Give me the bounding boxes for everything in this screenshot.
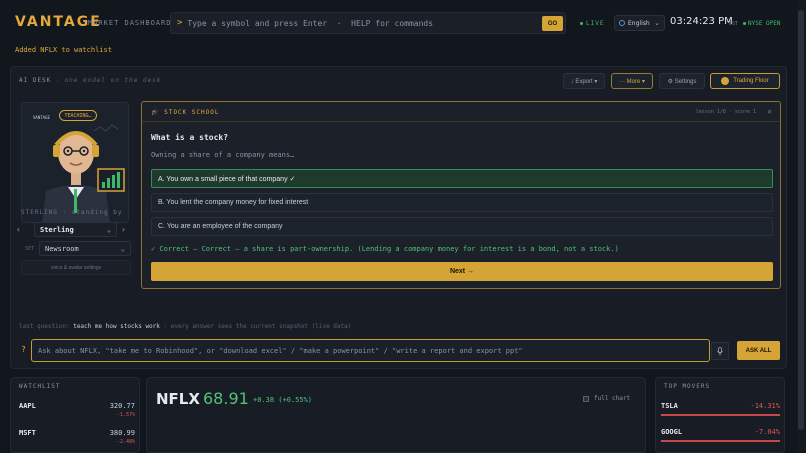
- scrollbar-thumb[interactable]: [798, 10, 804, 430]
- avatar-logo: VANTAGE: [33, 115, 50, 120]
- prev-avatar-button[interactable]: ‹: [16, 222, 26, 237]
- voice-avatar-settings-button[interactable]: voice & avatar settings: [21, 260, 131, 275]
- ask-row: ? ASK ALL: [19, 339, 780, 362]
- mover-bar: [661, 414, 780, 416]
- mover-symbol: GOOGL: [661, 428, 683, 436]
- question-prompt: Owning a share of a company means…: [151, 151, 295, 159]
- clock: 03:24:23 PM: [670, 16, 733, 27]
- last-question-text: teach me how stocks work: [73, 323, 160, 330]
- last-question: last question: teach me how stocks work …: [19, 323, 352, 330]
- last-question-note: · every answer sees the current snapshot…: [163, 323, 352, 330]
- microphone-icon: [717, 346, 723, 355]
- watchlist-symbol: AAPL: [19, 402, 36, 410]
- question-text: What is a stock?: [151, 133, 229, 142]
- avatar-status: STERLING · standing by: [21, 209, 123, 216]
- stock-school-title: 🎓 STOCK SCHOOL: [151, 109, 220, 116]
- command-bar: > GO: [170, 12, 566, 34]
- ask-all-button[interactable]: ASK ALL: [737, 341, 780, 360]
- avatar-select[interactable]: Sterling ⌄: [34, 222, 117, 237]
- globe-icon: [619, 20, 625, 26]
- export-button[interactable]: ↓ Export ▾: [563, 73, 605, 89]
- school-icon: 🎓: [151, 109, 165, 116]
- question-icon: ?: [21, 345, 26, 354]
- go-button[interactable]: GO: [542, 16, 563, 31]
- prompt-icon: >: [177, 18, 183, 28]
- live-indicator: LIVE: [580, 20, 604, 27]
- quote-symbol: NFLX: [156, 390, 200, 408]
- avatar-icon: [721, 77, 730, 85]
- next-button[interactable]: Next →: [151, 262, 773, 281]
- watchlist-symbol: MSFT: [19, 429, 36, 437]
- desk-title: AI DESK · one model on the desk: [19, 77, 162, 84]
- quote-panel: NFLX 68.91 +0.38 (+0.55%) full chart: [146, 377, 646, 453]
- quote-price: 68.91: [203, 389, 249, 408]
- answer-feedback: ✓ Correct — Correct — a share is part-ow…: [151, 245, 619, 253]
- microphone-button[interactable]: [711, 342, 729, 360]
- language-select[interactable]: English ⌄: [614, 15, 665, 31]
- close-icon[interactable]: ✕: [767, 107, 772, 116]
- set-label: SET: [25, 246, 35, 252]
- stock-school-header: [142, 102, 780, 122]
- answer-option-b[interactable]: B. You lent the company money for fixed …: [151, 193, 773, 212]
- timezone-label: EST: [729, 21, 739, 27]
- watchlist-price: 320.77: [109, 402, 135, 410]
- next-avatar-button[interactable]: ›: [121, 222, 131, 237]
- avatar-portrait: VANTAGE TEACHING…: [21, 102, 129, 223]
- status-dot-icon: [743, 22, 746, 25]
- top-bar: VANTAGE MARKET DASHBOARD > GO LIVE Engli…: [0, 0, 795, 44]
- top-movers-panel: TOP MOVERS TSLA -14.31% GOOGL -7.04%: [655, 377, 785, 453]
- top-movers-title: TOP MOVERS: [664, 383, 711, 390]
- command-input[interactable]: [187, 18, 538, 28]
- ask-input[interactable]: [31, 339, 710, 362]
- page-scrollbar[interactable]: [797, 0, 806, 453]
- watchlist-row[interactable]: AAPL 320.77 -1.57%: [19, 402, 135, 426]
- mover-change: -14.31%: [750, 402, 780, 410]
- watchlist-change: -1.57%: [116, 412, 135, 418]
- desk-subtitle: · one model on the desk: [55, 77, 162, 84]
- mover-change: -7.04%: [754, 428, 780, 436]
- watchlist-panel: WATCHLIST AAPL 320.77 -1.57% MSFT 380.99…: [10, 377, 140, 453]
- watchlist-change: -2.48%: [116, 439, 135, 445]
- toast-message: Added NFLX to watchlist: [15, 46, 112, 54]
- stock-school-panel: 🎓 STOCK SCHOOL lesson 1/8 · score 1 ✕ Wh…: [141, 101, 781, 289]
- chevron-down-icon: ⌄: [654, 19, 660, 27]
- lesson-progress: lesson 1/8 · score 1: [695, 109, 756, 115]
- answer-option-a[interactable]: A. You own a small piece of that company…: [151, 169, 773, 188]
- watchlist-price: 380.99: [109, 429, 135, 437]
- mover-row[interactable]: GOOGL -7.04%: [661, 428, 780, 448]
- chevron-down-icon: ⌄: [120, 244, 125, 253]
- watchlist-row[interactable]: MSFT 380.99 -2.48%: [19, 429, 135, 453]
- chevron-down-icon: ⌄: [106, 225, 111, 234]
- mover-symbol: TSLA: [661, 402, 678, 410]
- avatar-card: VANTAGE TEACHING…: [21, 102, 129, 312]
- avatar-illustration-icon: [22, 103, 128, 222]
- teaching-badge: TEACHING…: [59, 110, 97, 121]
- checkbox-icon: [583, 395, 589, 402]
- mover-bar: [661, 440, 780, 442]
- answer-option-c[interactable]: C. You are an employee of the company: [151, 217, 773, 236]
- full-chart-toggle[interactable]: full chart: [583, 395, 630, 402]
- mover-row[interactable]: TSLA -14.31%: [661, 402, 780, 422]
- set-select[interactable]: Newsroom ⌄: [39, 241, 131, 256]
- language-label: English: [628, 19, 650, 27]
- settings-button[interactable]: ⚙ Settings: [659, 73, 705, 89]
- brand-subtitle: MARKET DASHBOARD: [88, 19, 172, 27]
- more-button[interactable]: ··· More ▾: [611, 73, 653, 89]
- trading-floor-button[interactable]: Trading Floor: [710, 73, 780, 89]
- watchlist-title: WATCHLIST: [19, 383, 61, 390]
- quote-change: +0.38 (+0.55%): [253, 396, 313, 404]
- live-dot-icon: [580, 22, 583, 25]
- market-status: NYSE OPEN: [743, 20, 781, 27]
- ai-desk-panel: AI DESK · one model on the desk ↓ Export …: [10, 66, 787, 369]
